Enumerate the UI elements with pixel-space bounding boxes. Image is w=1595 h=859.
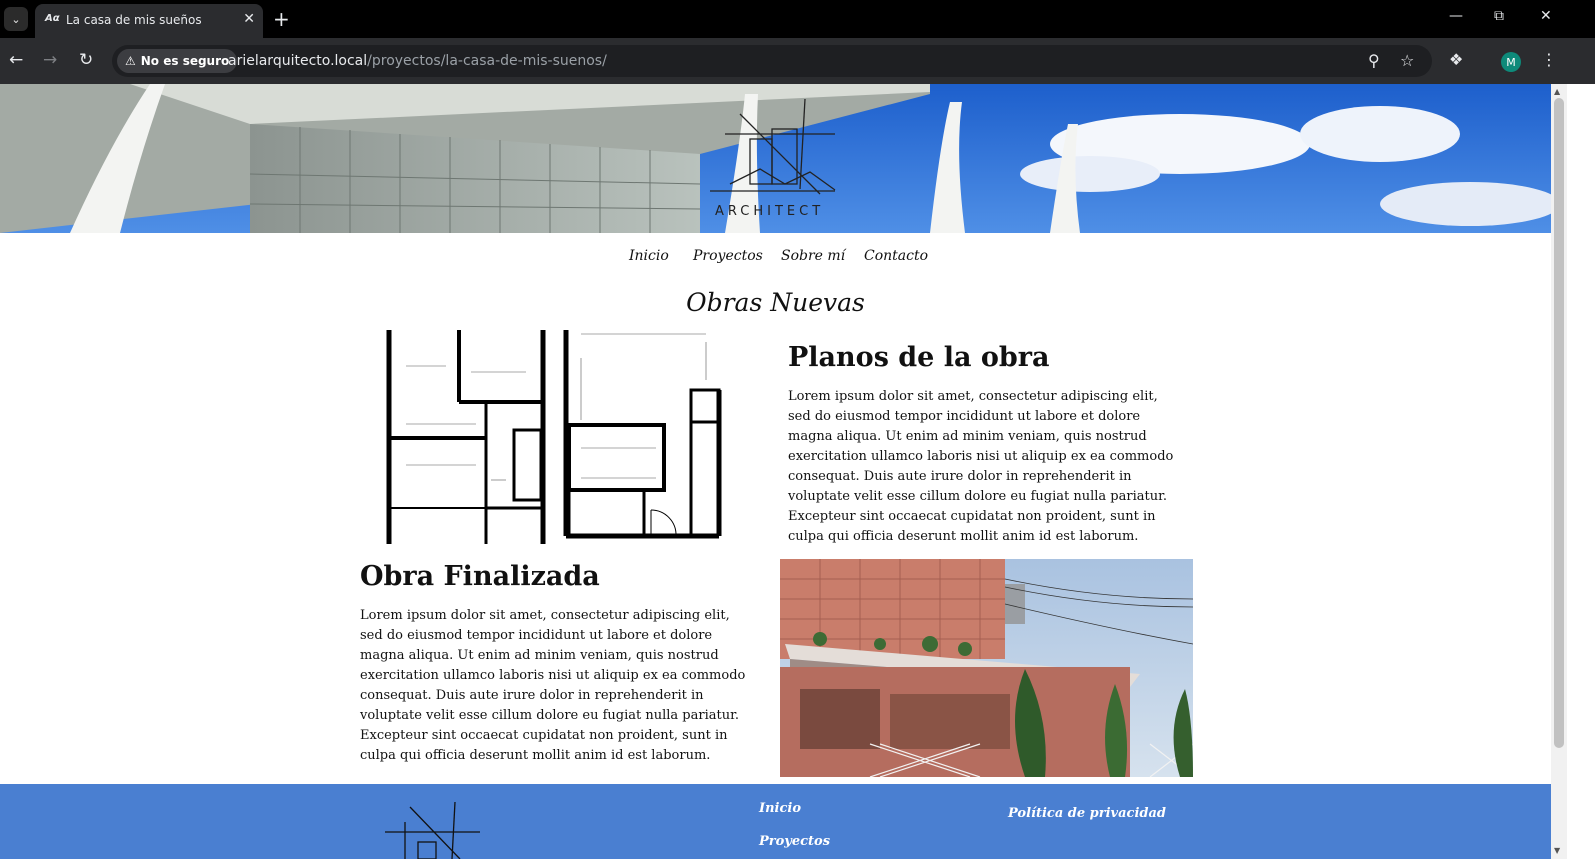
- page-scrollbar[interactable]: ▲ ▼: [1551, 84, 1567, 859]
- forward-arrow-icon[interactable]: →: [43, 50, 57, 70]
- footer-logo-icon: [385, 802, 480, 859]
- minimize-icon[interactable]: —: [1449, 8, 1463, 24]
- nav-item-contacto[interactable]: Contacto: [864, 248, 928, 264]
- url-path: /proyectos/la-casa-de-mis-suenos/: [367, 53, 607, 69]
- nav-item-inicio[interactable]: Inicio: [629, 248, 669, 264]
- plans-heading: Planos de la obra: [788, 342, 1050, 373]
- url-text[interactable]: arielarquitecto.local/proyectos/la-casa-…: [228, 53, 607, 69]
- browser-tab-bar: ⌄ Aα La casa de mis sueños ✕ + — ⧉ ✕: [0, 0, 1595, 38]
- scroll-down-arrow-icon[interactable]: ▼: [1554, 846, 1560, 855]
- section-title: Obras Nuevas: [686, 288, 865, 317]
- warning-triangle-icon: ⚠: [125, 54, 136, 68]
- nav-item-sobre-mi[interactable]: Sobre mí: [781, 248, 845, 264]
- tab-search-chevron-icon[interactable]: ⌄: [4, 7, 28, 31]
- footer-link-proyectos[interactable]: Proyectos: [759, 834, 830, 849]
- scroll-up-arrow-icon[interactable]: ▲: [1554, 87, 1560, 96]
- tab-favicon-icon: Aα: [45, 13, 60, 24]
- browser-toolbar: ← → ↻ ⚠ No es seguro arielarquitecto.loc…: [0, 38, 1595, 84]
- footer-link-inicio[interactable]: Inicio: [759, 801, 801, 816]
- finished-heading: Obra Finalizada: [360, 561, 600, 592]
- restore-icon[interactable]: ⧉: [1494, 8, 1504, 24]
- footer-link-privacy[interactable]: Política de privacidad: [1008, 806, 1166, 821]
- new-tab-plus-icon[interactable]: +: [273, 7, 290, 31]
- profile-avatar[interactable]: M: [1501, 52, 1521, 72]
- extensions-puzzle-icon[interactable]: ❖: [1449, 50, 1463, 69]
- bookmark-star-icon[interactable]: ☆: [1400, 51, 1414, 70]
- address-bar[interactable]: ⚠ No es seguro arielarquitecto.local/pro…: [112, 45, 1432, 77]
- close-window-icon[interactable]: ✕: [1540, 8, 1552, 24]
- hero-banner: ARCHITECT: [0, 84, 1551, 233]
- zoom-icon[interactable]: ⚲: [1368, 51, 1380, 70]
- security-label: No es seguro: [140, 54, 230, 68]
- close-tab-icon[interactable]: ✕: [243, 11, 255, 27]
- scrollbar-thumb[interactable]: [1554, 98, 1564, 748]
- page-viewport: ARCHITECT Inicio Proyectos Sobre mí Cont…: [0, 84, 1551, 859]
- floor-plan-image: [386, 330, 722, 544]
- reload-icon[interactable]: ↻: [79, 50, 93, 70]
- logo-text: ARCHITECT: [715, 204, 825, 219]
- tab-title: La casa de mis sueños: [66, 13, 202, 27]
- browser-tab[interactable]: Aα La casa de mis sueños ✕: [35, 4, 263, 38]
- back-arrow-icon[interactable]: ←: [9, 50, 23, 70]
- finished-house-photo: [780, 559, 1193, 777]
- site-footer: Inicio Proyectos Política de privacidad: [0, 784, 1551, 859]
- finished-paragraph: Lorem ipsum dolor sit amet, consectetur …: [360, 608, 746, 763]
- security-chip[interactable]: ⚠ No es seguro: [117, 49, 238, 73]
- url-host: arielarquitecto.local: [228, 53, 368, 69]
- nav-item-proyectos[interactable]: Proyectos: [693, 248, 763, 264]
- plans-paragraph: Lorem ipsum dolor sit amet, consectetur …: [788, 389, 1174, 544]
- menu-dots-icon[interactable]: ⋮: [1541, 50, 1557, 69]
